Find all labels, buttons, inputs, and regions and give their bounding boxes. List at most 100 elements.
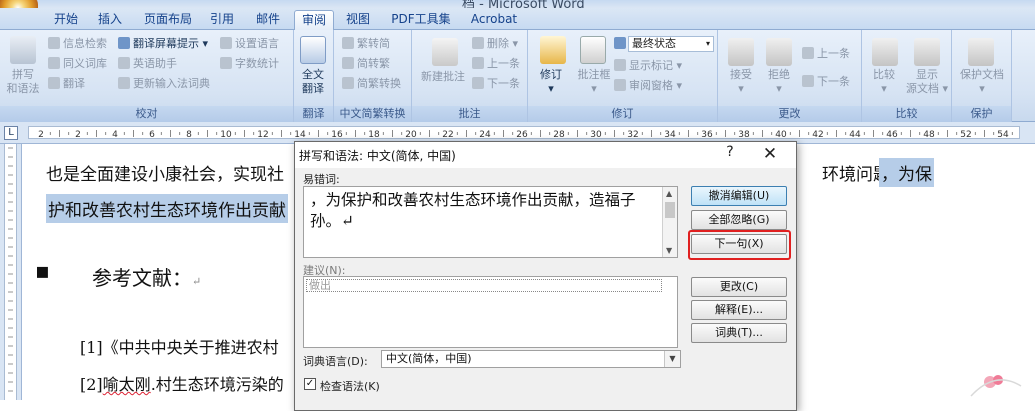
error-scrollbar[interactable]: ▲ ▼ bbox=[662, 187, 677, 257]
pane-icon bbox=[614, 79, 626, 91]
error-text-box[interactable]: ，为保护和改善农村生态环境作出贡献，造福子孙。↵ ▲ ▼ bbox=[303, 186, 678, 258]
previous-change-button[interactable]: 上一条 bbox=[802, 47, 850, 61]
balloons-button[interactable]: 批注框 ▾ bbox=[570, 68, 618, 96]
tab-pdf-tools[interactable]: PDF工具集 bbox=[386, 10, 456, 30]
tab-home[interactable]: 开始 bbox=[48, 10, 84, 30]
translate-button[interactable]: 翻译 bbox=[48, 77, 85, 91]
reference-1: [1]《中共中央关于推进农村 bbox=[80, 338, 279, 357]
tab-acrobat[interactable]: Acrobat bbox=[464, 10, 524, 30]
convert-button[interactable]: 简繁转换 bbox=[342, 77, 401, 91]
next-icon bbox=[802, 75, 814, 87]
convert-icon bbox=[342, 57, 354, 69]
info-search-button[interactable]: 信息检索 bbox=[48, 37, 107, 51]
dict-language-select[interactable]: 中文(简体，中国) ▼ bbox=[381, 350, 681, 368]
scroll-down-icon[interactable]: ▼ bbox=[666, 246, 672, 255]
ribbon: 拼写 和语法 信息检索 同义词库 翻译 翻译屏幕提示 ▾ 英语助手 更新输入法词… bbox=[0, 30, 1035, 122]
update-ime-button[interactable]: 更新输入法词典 bbox=[118, 77, 210, 91]
chinese-convert-group-label: 中文简繁转换 bbox=[334, 106, 411, 122]
comments-group: 新建批注 删除 ▾ 上一条 下一条 批注 bbox=[412, 30, 528, 122]
show-source-icon bbox=[914, 38, 940, 66]
ruler-label: 18 bbox=[368, 130, 380, 140]
to-traditional-button[interactable]: 繁转简 bbox=[342, 37, 390, 51]
spell-grammar-button[interactable]: 拼写 和语法 bbox=[2, 68, 44, 96]
delete-comment-button[interactable]: 删除 ▾ bbox=[472, 37, 518, 51]
help-button[interactable]: ? bbox=[721, 144, 739, 164]
ruler-label: 20 bbox=[405, 130, 417, 140]
assistant-icon bbox=[118, 57, 130, 69]
vertical-ruler[interactable] bbox=[0, 144, 22, 400]
next-comment-button[interactable]: 下一条 bbox=[472, 77, 520, 91]
ruler-label: 14 bbox=[294, 130, 306, 140]
tab-insert[interactable]: 插入 bbox=[92, 10, 128, 30]
ruler-label: 4 bbox=[112, 130, 118, 140]
changes-group-label: 更改 bbox=[718, 106, 861, 122]
protect-document-button[interactable]: 保护文档 ▾ bbox=[952, 68, 1012, 96]
tab-review[interactable]: 审阅 bbox=[294, 10, 334, 30]
ruler-label: 32 bbox=[627, 130, 638, 140]
dialog-title-bar[interactable]: 拼写和语法: 中文(简体, 中国) ? ✕ bbox=[295, 142, 796, 168]
compare-group: 比较 ▾ 显示 源文档 ▾ 比较 bbox=[862, 30, 952, 122]
dictionary-button[interactable]: 词典(T)... bbox=[691, 323, 787, 343]
ruler-label: 46 bbox=[886, 130, 898, 140]
track-changes-button[interactable]: 修订 ▾ bbox=[532, 68, 570, 96]
set-language-button[interactable]: 设置语言 bbox=[220, 37, 279, 51]
full-translate-button[interactable]: 全文 翻译 bbox=[294, 68, 332, 96]
ribbon-tabs: 开始 插入 页面布局 引用 邮件 审阅 视图 PDF工具集 Acrobat bbox=[0, 8, 1035, 30]
ruler-label: 28 bbox=[553, 130, 565, 140]
tab-selector[interactable]: L bbox=[4, 126, 18, 140]
compare-button[interactable]: 比较 ▾ bbox=[864, 68, 904, 96]
ruler-label: 6 bbox=[149, 130, 155, 140]
reference-2: [2]喻太刚.村生态环境污染的 bbox=[80, 375, 284, 394]
ruler-label: 12 bbox=[257, 130, 268, 140]
new-comment-button[interactable]: 新建批注 bbox=[414, 70, 472, 84]
tab-view[interactable]: 视图 bbox=[340, 10, 376, 30]
to-simplified-button[interactable]: 简转繁 bbox=[342, 57, 390, 71]
globe-icon bbox=[220, 37, 232, 49]
translate-tip-button[interactable]: 翻译屏幕提示 ▾ bbox=[118, 37, 208, 51]
ruler-label: 38 bbox=[738, 130, 750, 140]
suggestion-list[interactable]: 做出 bbox=[303, 276, 678, 348]
next-change-button[interactable]: 下一条 bbox=[802, 75, 850, 89]
changes-group: 接受 ▾ 拒绝 ▾ 上一条 下一条 更改 bbox=[718, 30, 862, 122]
explain-button[interactable]: 解释(E)... bbox=[691, 300, 787, 320]
book-icon bbox=[48, 57, 60, 69]
show-markup-button[interactable]: 显示标记 ▾ bbox=[614, 59, 682, 73]
undo-edit-button[interactable]: 撤消编辑(U) bbox=[691, 186, 787, 206]
convert-icon bbox=[342, 77, 354, 89]
dict-language-label: 词典语言(D): bbox=[303, 355, 368, 368]
show-source-button[interactable]: 显示 源文档 ▾ bbox=[902, 68, 952, 96]
check-grammar-checkbox[interactable]: ✓ bbox=[304, 378, 316, 390]
tab-mailings[interactable]: 邮件 bbox=[250, 10, 286, 30]
dictionary-icon bbox=[118, 77, 130, 89]
english-assistant-button[interactable]: 英语助手 bbox=[118, 57, 177, 71]
ignore-all-button[interactable]: 全部忽略(G) bbox=[691, 210, 787, 230]
accept-icon bbox=[728, 38, 754, 66]
word-count-icon bbox=[220, 57, 232, 69]
suggestion-item[interactable]: 做出 bbox=[306, 279, 662, 292]
thesaurus-button[interactable]: 同义词库 bbox=[48, 57, 107, 71]
protect-group: 保护文档 ▾ 保护 bbox=[952, 30, 1012, 122]
review-pane-button[interactable]: 审阅窗格 ▾ bbox=[614, 79, 682, 93]
close-icon[interactable]: ✕ bbox=[757, 143, 783, 165]
markup-icon bbox=[614, 37, 629, 51]
change-button[interactable]: 更改(C) bbox=[691, 277, 787, 297]
reject-button[interactable]: 拒绝 ▾ bbox=[760, 68, 798, 96]
doc-line-1a: 也是全面建设小康社会，实现社 bbox=[46, 165, 284, 185]
ruler-label: 52 bbox=[960, 130, 971, 140]
ruler-label: 54 bbox=[997, 130, 1009, 140]
word-count-button[interactable]: 字数统计 bbox=[220, 57, 279, 71]
previous-icon bbox=[472, 57, 484, 69]
accept-button[interactable]: 接受 ▾ bbox=[722, 68, 760, 96]
watermark-logo-icon bbox=[970, 375, 1022, 397]
ruler-label: 30 bbox=[590, 130, 602, 140]
tab-references[interactable]: 引用 bbox=[204, 10, 240, 30]
scroll-up-icon[interactable]: ▲ bbox=[666, 189, 672, 198]
proofing-group-label: 校对 bbox=[0, 106, 293, 122]
display-for-review-dropdown[interactable]: 最终状态 ▾ bbox=[628, 36, 714, 52]
ruler-ticks: 2 2 4 6 8 10 12 14 16 18 20 22 24 26 28 30 32 34 36 38 40 42 4… bbox=[38, 130, 1032, 140]
tab-page-layout[interactable]: 页面布局 bbox=[138, 10, 198, 30]
scroll-thumb[interactable] bbox=[665, 202, 675, 218]
previous-comment-button[interactable]: 上一条 bbox=[472, 57, 520, 71]
chevron-down-icon[interactable]: ▼ bbox=[664, 351, 680, 367]
vertical-ruler-ticks bbox=[8, 147, 13, 392]
